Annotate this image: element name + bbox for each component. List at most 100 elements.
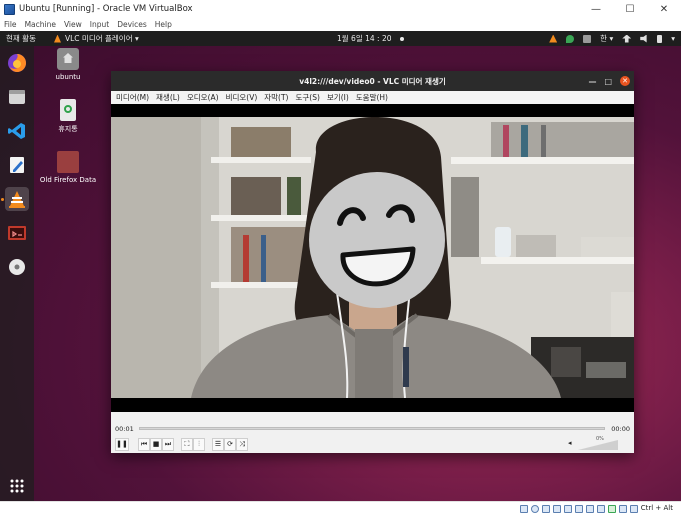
menu-view[interactable]: View: [64, 20, 82, 29]
disc-icon: [9, 259, 25, 275]
dock: [0, 46, 34, 501]
host-window-title: Ubuntu [Running] - Oracle VM VirtualBox: [19, 4, 193, 14]
desktop-icon-trash[interactable]: 휴지통: [33, 99, 103, 134]
system-tray: 한 ▾ ▾: [549, 31, 675, 46]
dock-screenshot[interactable]: [5, 221, 29, 245]
virtualbox-icon: [4, 3, 15, 15]
dock-files[interactable]: [5, 85, 29, 109]
vlc-icon: [9, 191, 25, 208]
menu-devices[interactable]: Devices: [117, 20, 147, 29]
pause-button[interactable]: ❚❚: [115, 437, 129, 451]
desktop-icon-home[interactable]: ubuntu: [33, 48, 103, 81]
dock-show-apps[interactable]: [5, 474, 29, 498]
loop-button[interactable]: ⟳: [224, 437, 236, 451]
usb-status-icon[interactable]: [564, 505, 572, 513]
video-capture-status-icon[interactable]: [597, 505, 605, 513]
volume-icon[interactable]: [640, 34, 647, 43]
vlc-menu-tools[interactable]: 도구(S): [295, 92, 319, 103]
webcam-frame: [111, 117, 634, 398]
activities-button[interactable]: 현재 활동: [6, 33, 36, 44]
app-menu-label: VLC 미디어 플레이어 ▾: [64, 34, 139, 43]
guest-desktop: 현재 활동 VLC 미디어 플레이어 ▾ 1월 6일 14 : 20 한 ▾ ▾: [0, 31, 681, 501]
app-menu[interactable]: VLC 미디어 플레이어 ▾: [53, 33, 139, 44]
menu-file[interactable]: File: [4, 20, 17, 29]
close-button[interactable]: ✕: [647, 0, 681, 18]
extended-settings-button[interactable]: ⫶: [193, 437, 205, 451]
clock-label: 1월 6일 14 : 20: [337, 34, 392, 43]
next-button[interactable]: ⏭: [162, 437, 174, 451]
minimize-button[interactable]: —: [579, 0, 613, 18]
power-menu-icon[interactable]: ▾: [671, 34, 675, 43]
chat-tray-icon[interactable]: [566, 34, 575, 43]
desktop-icon-old-firefox-data[interactable]: Old Firefox Data: [33, 151, 103, 184]
desktop-icon-label: 휴지통: [58, 125, 78, 133]
firefox-icon: [8, 54, 26, 72]
volume-control[interactable]: ◂ 0%: [568, 436, 624, 450]
files-icon: [9, 90, 25, 104]
vlc-close-button[interactable]: ✕: [620, 76, 630, 86]
apps-grid-icon: [10, 479, 24, 493]
menu-help[interactable]: Help: [155, 20, 172, 29]
mouse-integration-status-icon[interactable]: [619, 505, 627, 513]
optical-drive-status-icon[interactable]: [531, 505, 539, 513]
keyboard-status-icon[interactable]: [630, 505, 638, 513]
vlc-titlebar[interactable]: v4l2:///dev/video0 - VLC 미디어 재생기 — □ ✕: [111, 71, 634, 91]
dock-text-editor[interactable]: [5, 153, 29, 177]
harddisk-status-icon[interactable]: [520, 505, 528, 513]
network-icon[interactable]: [622, 34, 632, 43]
previous-button[interactable]: ⏮: [138, 437, 150, 451]
host-statusbar: Ctrl + Alt: [0, 501, 681, 515]
vlc-maximize-button[interactable]: □: [604, 77, 612, 86]
dock-vlc[interactable]: [5, 187, 29, 211]
vlc-menu-subtitle[interactable]: 자막(T): [264, 92, 288, 103]
speaker-icon[interactable]: ◂: [568, 439, 572, 447]
stop-button[interactable]: ■: [150, 437, 162, 451]
vlc-menu-media[interactable]: 미디어(M): [116, 92, 149, 103]
ubuntu-topbar: 현재 활동 VLC 미디어 플레이어 ▾ 1월 6일 14 : 20 한 ▾ ▾: [0, 31, 681, 46]
vlc-window-controls: — □ ✕: [588, 71, 630, 91]
fullscreen-button[interactable]: ⛶: [181, 437, 193, 451]
playback-controls: ❚❚ ⏮ ■ ⏭ ⛶ ⫶ ☰ ⟳ ⤨ ◂ 0%: [111, 435, 634, 453]
notification-dot-icon: [399, 36, 404, 41]
input-language[interactable]: 한 ▾: [600, 33, 613, 44]
vlc-tray-icon[interactable]: [549, 34, 558, 43]
trash-icon: [60, 99, 76, 121]
folder-icon: [57, 151, 79, 173]
shared-folders-status-icon[interactable]: [575, 505, 583, 513]
seek-row: 00:01 00:00: [111, 423, 634, 435]
dock-firefox[interactable]: [5, 51, 29, 75]
screenshot-icon: [8, 226, 26, 240]
menu-input[interactable]: Input: [90, 20, 109, 29]
playlist-button[interactable]: ☰: [212, 437, 224, 451]
clock[interactable]: 1월 6일 14 : 20: [337, 31, 404, 46]
vlc-menu-help[interactable]: 도움말(H): [356, 92, 388, 103]
vlc-menu-playback[interactable]: 재생(L): [156, 92, 180, 103]
app-tray-icon[interactable]: [583, 34, 592, 43]
host-key-label: Ctrl + Alt: [640, 504, 673, 512]
menu-machine[interactable]: Machine: [25, 20, 56, 29]
vlc-menu-view[interactable]: 보기(I): [327, 92, 349, 103]
cpu-status-icon[interactable]: [608, 505, 616, 513]
time-total: 00:00: [611, 425, 630, 433]
network-status-icon[interactable]: [553, 505, 561, 513]
webcam-image: [111, 117, 634, 398]
home-folder-icon: [57, 48, 79, 70]
video-area[interactable]: [111, 104, 634, 412]
vlc-menu-video[interactable]: 비디오(V): [226, 92, 258, 103]
host-menubar: File Machine View Input Devices Help: [0, 18, 681, 31]
desktop-icon-label: ubuntu: [55, 73, 81, 81]
dock-vscode[interactable]: [5, 119, 29, 143]
host-titlebar: Ubuntu [Running] - Oracle VM VirtualBox …: [0, 0, 681, 18]
dock-disc[interactable]: [5, 255, 29, 279]
display-status-icon[interactable]: [586, 505, 594, 513]
seek-bar[interactable]: [139, 427, 605, 430]
volume-percent: 0%: [596, 436, 604, 442]
vlc-menu-audio[interactable]: 오디오(A): [187, 92, 219, 103]
vscode-icon: [8, 123, 25, 139]
audio-status-icon[interactable]: [542, 505, 550, 513]
shuffle-button[interactable]: ⤨: [236, 437, 248, 451]
battery-icon[interactable]: [657, 34, 663, 43]
desktop-icon-label: Old Firefox Data: [39, 176, 97, 184]
vlc-minimize-button[interactable]: —: [588, 77, 596, 86]
maximize-button[interactable]: ☐: [613, 0, 647, 18]
